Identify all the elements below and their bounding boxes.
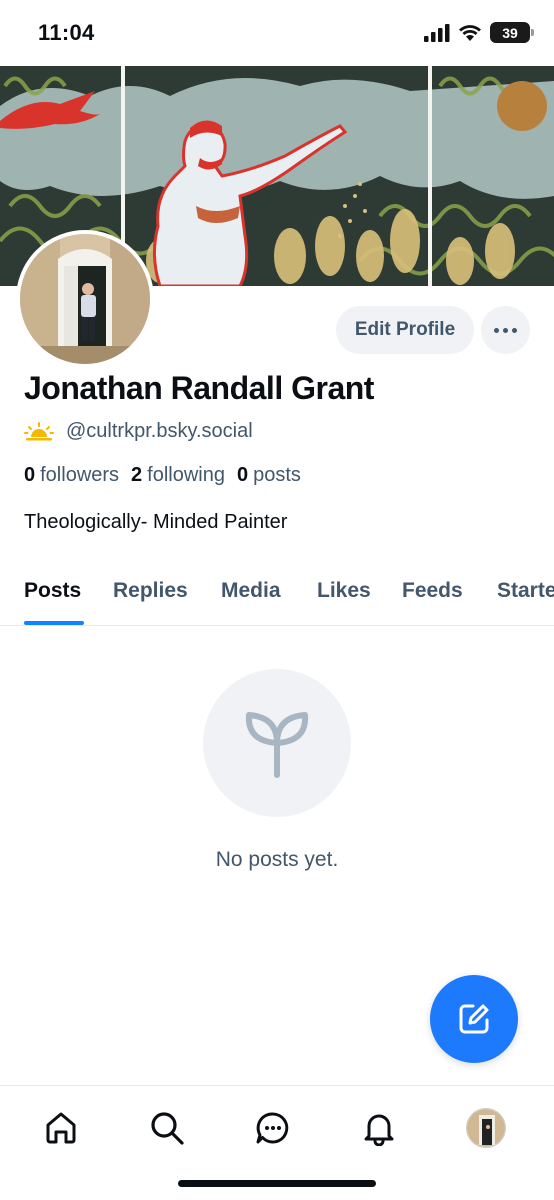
tab-starter-packs[interactable]: Starte (497, 579, 554, 603)
compose-icon (459, 1004, 489, 1034)
sprout-icon (245, 712, 309, 778)
profile-avatar[interactable] (16, 230, 154, 368)
tab-likes[interactable]: Likes (317, 579, 371, 603)
tab-posts[interactable]: Posts (24, 579, 81, 603)
edit-profile-button[interactable]: Edit Profile (336, 306, 474, 354)
posts-label: posts (253, 464, 301, 486)
nav-chat[interactable] (251, 1106, 295, 1150)
search-icon (151, 1112, 184, 1145)
following-stat[interactable]: 2 following (131, 464, 225, 487)
handle-row: @cultrkpr.bsky.social (24, 420, 253, 443)
posts-stat: 0 posts (237, 464, 301, 487)
home-indicator (178, 1180, 376, 1187)
home-icon (46, 1112, 76, 1144)
avatar-photo (20, 234, 150, 364)
chat-icon (256, 1112, 289, 1144)
posts-count: 0 (237, 464, 249, 486)
profile-tabs: Posts Replies Media Likes Feeds Starte (0, 563, 554, 626)
display-name: Jonathan Randall Grant (24, 370, 374, 406)
tab-replies[interactable]: Replies (113, 579, 188, 603)
nav-profile-avatar (466, 1108, 506, 1148)
tab-media[interactable]: Media (221, 579, 281, 603)
profile-bio: Theologically- Minded Painter (24, 511, 288, 533)
signal-icon (424, 23, 450, 42)
following-label: following (147, 464, 225, 486)
empty-state-text: No posts yet. (215, 848, 339, 871)
battery-level: 39 (502, 24, 518, 41)
profile-stats: 0 followers 2 following 0 posts (24, 464, 301, 487)
battery-icon: 39 (490, 22, 534, 43)
status-bar: 11:04 39 (0, 0, 554, 66)
status-icons: 39 (424, 22, 534, 43)
empty-state-circle (203, 669, 351, 817)
active-tab-indicator (24, 621, 84, 625)
ellipsis-icon (494, 327, 517, 333)
nav-profile[interactable] (464, 1106, 508, 1150)
profile-handle: @cultrkpr.bsky.social (66, 420, 253, 442)
wifi-icon (459, 24, 481, 41)
compose-post-button[interactable] (430, 975, 518, 1063)
nav-search[interactable] (145, 1106, 189, 1150)
followers-count: 0 (24, 464, 36, 486)
status-time: 11:04 (38, 20, 95, 45)
nav-home[interactable] (39, 1106, 83, 1150)
followers-stat[interactable]: 0 followers (24, 464, 119, 487)
sunrise-emoji-icon (24, 421, 54, 440)
following-count: 2 (131, 464, 143, 486)
tab-feeds[interactable]: Feeds (402, 579, 463, 603)
bell-icon (364, 1114, 394, 1146)
more-options-button[interactable] (481, 306, 530, 354)
followers-label: followers (40, 464, 120, 486)
nav-notifications[interactable] (357, 1106, 401, 1150)
